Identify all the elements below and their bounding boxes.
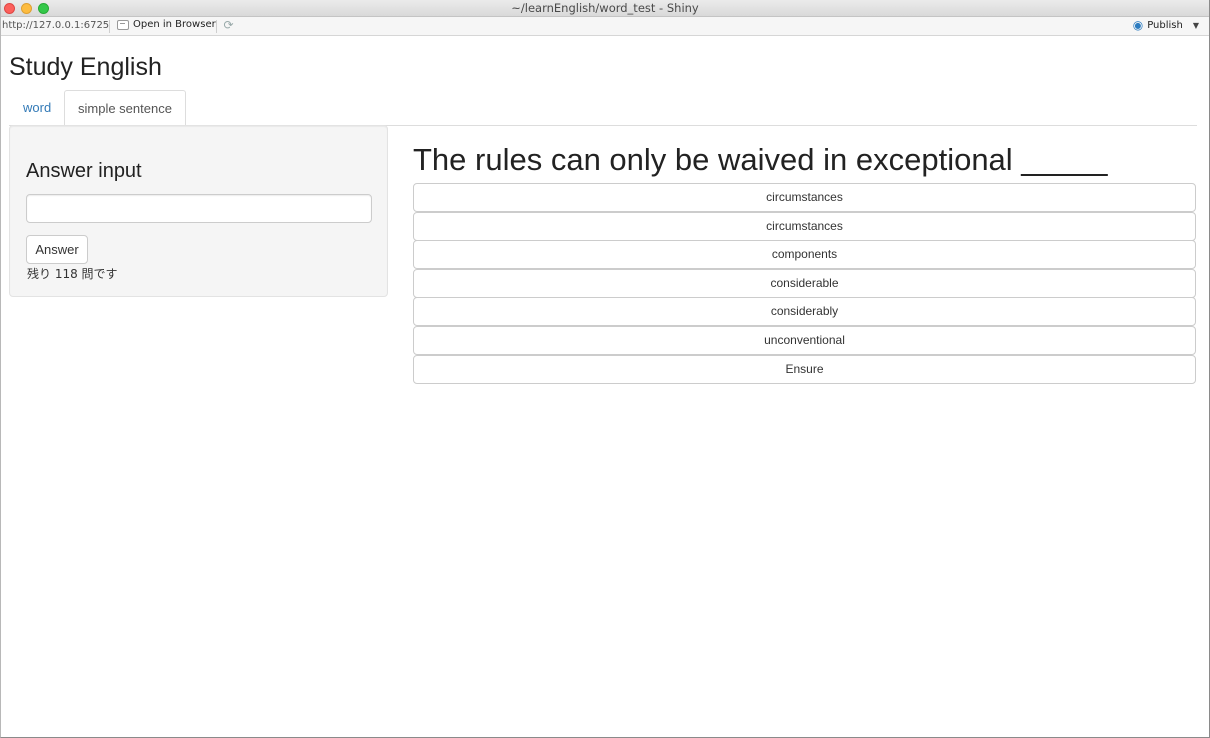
answer-input-heading: Answer input [26, 160, 142, 182]
tab-simple-sentence[interactable]: simple sentence [64, 90, 186, 127]
choice-button[interactable]: considerably [413, 297, 1196, 327]
choice-button[interactable]: considerable [413, 268, 1196, 298]
shiny-app: Study English word simple sentence Answe… [1, 36, 1209, 737]
window-title: ~/learnEnglish/word_test - Shiny [511, 1, 699, 15]
choice-button[interactable]: Ensure [413, 354, 1196, 384]
page-title: Study English [9, 53, 162, 81]
choice-list: circumstances circumstances components c… [413, 183, 1197, 384]
publish-icon: ◉ [1132, 18, 1144, 32]
answer-input[interactable] [26, 194, 372, 223]
choice-button[interactable]: circumstances [413, 183, 1196, 212]
tab-bar: word simple sentence [9, 90, 1197, 127]
toolbar-divider [109, 20, 110, 33]
viewer-toolbar: http://127.0.0.1:6725 Open in Browser ⟳ … [1, 17, 1209, 36]
toolbar-divider [216, 20, 217, 33]
choice-button[interactable]: circumstances [413, 211, 1196, 241]
answer-button[interactable]: Answer [26, 235, 88, 264]
choice-button[interactable]: unconventional [413, 326, 1196, 356]
title-bar: ~/learnEnglish/word_test - Shiny [1, 0, 1209, 17]
url-display: http://127.0.0.1:6725 [2, 20, 110, 31]
remaining-count-text: 残り 118 問です [27, 267, 118, 281]
refresh-icon[interactable]: ⟳ [222, 19, 235, 32]
browser-window-icon [117, 19, 129, 30]
publish-label: Publish [1147, 19, 1183, 31]
choice-button[interactable]: components [413, 240, 1196, 270]
tab-word[interactable]: word [10, 90, 64, 126]
sidebar-panel: Answer input Answer 残り 118 問です [9, 125, 388, 297]
chevron-down-icon: ▼ [1192, 20, 1199, 30]
open-in-browser-button[interactable]: Open in Browser [117, 19, 216, 30]
question-text: The rules can only be waived in exceptio… [413, 142, 1108, 177]
publish-button[interactable]: ◉ Publish ▼ [1133, 19, 1199, 31]
app-window: ~/learnEnglish/word_test - Shiny http://… [0, 0, 1210, 738]
open-in-browser-label: Open in Browser [133, 19, 216, 30]
